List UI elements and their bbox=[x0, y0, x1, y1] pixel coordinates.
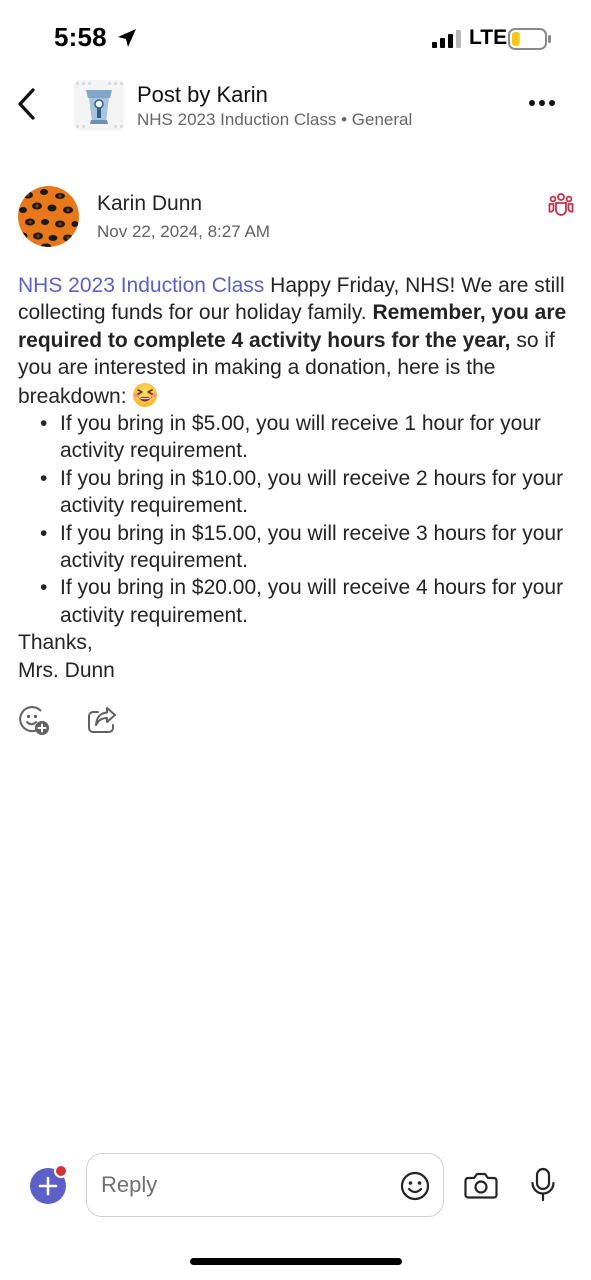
reply-composer bbox=[86, 1153, 444, 1217]
home-indicator bbox=[190, 1258, 402, 1265]
reply-input[interactable] bbox=[101, 1170, 391, 1200]
add-reaction-icon[interactable] bbox=[18, 704, 50, 736]
post-closing: Thanks, bbox=[18, 631, 93, 655]
post-header: Post by Karin NHS 2023 Induction Class •… bbox=[0, 70, 591, 142]
team-logo-image bbox=[74, 80, 124, 130]
notification-dot bbox=[54, 1164, 68, 1178]
emoji-icon[interactable] bbox=[399, 1170, 431, 1202]
list-item: If you bring in $15.00, you will receive… bbox=[40, 520, 578, 575]
list-item: If you bring in $5.00, you will receive … bbox=[40, 410, 578, 465]
share-icon[interactable] bbox=[86, 705, 118, 735]
grinning-squinting-face-emoji-icon bbox=[133, 382, 158, 407]
more-options-button[interactable] bbox=[524, 88, 560, 118]
list-item: If you bring in $20.00, you will receive… bbox=[40, 574, 578, 629]
donation-breakdown-list: If you bring in $5.00, you will receive … bbox=[18, 410, 578, 629]
microphone-icon[interactable] bbox=[530, 1167, 556, 1203]
team-logo bbox=[74, 80, 124, 130]
status-time: 5:58 bbox=[54, 22, 107, 52]
author-name[interactable]: Karin Dunn bbox=[97, 192, 202, 216]
location-arrow-icon bbox=[118, 29, 136, 47]
channel-mention-link[interactable]: NHS 2023 Induction Class bbox=[18, 274, 264, 297]
post-timestamp: Nov 22, 2024, 8:27 AM bbox=[97, 222, 270, 241]
back-button[interactable] bbox=[6, 84, 46, 124]
camera-icon[interactable] bbox=[464, 1170, 498, 1200]
post-body: NHS 2023 Induction Class Happy Friday, N… bbox=[18, 272, 578, 684]
list-item: If you bring in $10.00, you will receive… bbox=[40, 465, 578, 520]
header-subtitle: NHS 2023 Induction Class • General bbox=[137, 110, 413, 129]
more-horizontal-icon bbox=[529, 100, 555, 106]
carrier-label: LTE bbox=[469, 26, 508, 49]
signal-bars-icon bbox=[432, 30, 461, 48]
post-signature: Mrs. Dunn bbox=[18, 658, 115, 682]
leopard-print-avatar-image bbox=[18, 186, 79, 247]
post-intro-paragraph: NHS 2023 Induction Class Happy Friday, N… bbox=[18, 272, 578, 410]
header-title: Post by Karin bbox=[137, 82, 268, 107]
battery-icon bbox=[508, 28, 551, 50]
status-bar: 5:58 LTE bbox=[0, 0, 591, 80]
author-avatar[interactable] bbox=[18, 186, 79, 247]
chevron-left-icon bbox=[18, 88, 35, 120]
team-icon bbox=[548, 193, 574, 216]
